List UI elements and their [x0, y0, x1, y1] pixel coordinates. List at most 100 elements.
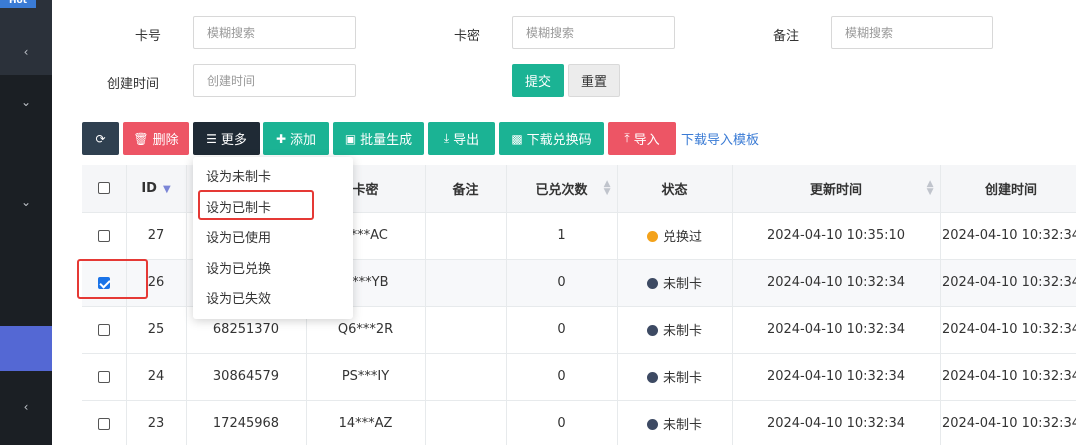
- reset-button[interactable]: 重置: [568, 64, 620, 97]
- remark-label: 备注: [773, 29, 800, 44]
- submit-button[interactable]: 提交: [512, 64, 564, 97]
- status-badge: 兑换过: [662, 230, 702, 245]
- menu-item-set-unmade[interactable]: 设为未制卡: [193, 163, 353, 194]
- card-pwd-label: 卡密: [454, 29, 481, 44]
- row-select-cell[interactable]: [82, 353, 127, 401]
- status-dot-icon: [646, 231, 658, 242]
- created-time-label: 创建时间: [107, 77, 160, 92]
- status-dot-icon: [646, 325, 658, 336]
- sidebar-active-item[interactable]: [0, 326, 52, 371]
- card-no-input[interactable]: [193, 16, 356, 49]
- card-pwd-cell: 14***AZ: [306, 400, 426, 445]
- card-pwd-cell: PS***IY: [306, 353, 426, 401]
- sidebar-top-block: [0, 0, 52, 75]
- updated-cell: 2024-04-10 10:32:34: [732, 306, 941, 354]
- chevron-down-icon[interactable]: ⌄: [0, 194, 52, 210]
- id-cell: 25: [126, 306, 187, 354]
- chevron-left-icon[interactable]: ‹: [0, 399, 52, 415]
- status-badge: 未制卡: [662, 277, 702, 292]
- remark-cell: [425, 259, 507, 307]
- status-badge: 未制卡: [662, 418, 702, 433]
- menu-item-set-redeemed[interactable]: 设为已兑换: [193, 255, 353, 286]
- refresh-icon: ⟳: [95, 131, 106, 146]
- download-code-button[interactable]: ▩ 下载兑换码: [499, 122, 604, 155]
- column-header-remark: 备注: [425, 165, 507, 213]
- menu-item-set-used[interactable]: 设为已使用: [193, 224, 353, 255]
- updated-header-label: 更新时间: [809, 182, 862, 198]
- more-label: 更多: [220, 133, 247, 148]
- redeem-count-header-label: 已兑次数: [535, 182, 588, 198]
- menu-item-set-expired[interactable]: 设为已失效: [193, 285, 353, 316]
- row-checkbox[interactable]: [97, 229, 110, 242]
- export-button[interactable]: ⤓ 导出: [428, 122, 495, 155]
- updated-cell: 2024-04-10 10:32:34: [732, 353, 941, 401]
- qrcode-icon: ▩: [511, 131, 523, 146]
- select-all-cell[interactable]: [82, 165, 127, 213]
- add-button[interactable]: ✚ 添加: [263, 122, 329, 155]
- row-checkbox[interactable]: [97, 370, 110, 383]
- column-header-created: 创建时间: [940, 165, 1076, 213]
- row-checkbox[interactable]: [97, 417, 110, 430]
- row-checkbox[interactable]: [97, 323, 110, 336]
- chevron-left-icon[interactable]: ‹: [0, 44, 52, 60]
- id-cell: 24: [126, 353, 187, 401]
- created-cell: 2024-04-10 10:32:34: [940, 400, 1076, 445]
- refresh-button[interactable]: ⟳: [82, 122, 119, 155]
- more-button[interactable]: ☰ 更多: [193, 122, 260, 155]
- status-cell: 未制卡: [617, 306, 733, 354]
- trash-icon: 🗑: [133, 131, 149, 146]
- more-dropdown-menu: 设为未制卡 设为已制卡 设为已使用 设为已兑换 设为已失效: [193, 157, 353, 319]
- id-header-label: ID: [141, 180, 157, 196]
- remark-cell: [425, 400, 507, 445]
- updated-cell: 2024-04-10 10:32:34: [732, 400, 941, 445]
- redeem-count-cell: 0: [506, 400, 618, 445]
- remark-input[interactable]: [831, 16, 993, 49]
- file-icon: ▣: [344, 131, 357, 146]
- card-pwd-input[interactable]: [512, 16, 675, 49]
- updated-cell: 2024-04-10 10:32:34: [732, 259, 941, 307]
- import-label: 导入: [633, 133, 660, 148]
- highlight-set-made-box: [198, 190, 314, 220]
- redeem-count-cell: 0: [506, 259, 618, 307]
- column-header-redeem-count[interactable]: 已兑次数 ▲ ▼: [506, 165, 618, 213]
- updated-cell: 2024-04-10 10:35:10: [732, 212, 941, 260]
- row-select-cell[interactable]: [82, 400, 127, 445]
- select-all-checkbox[interactable]: [97, 182, 110, 195]
- id-cell: 23: [126, 400, 187, 445]
- download-template-link[interactable]: 下载导入模板: [681, 129, 759, 148]
- card-no-label: 卡号: [135, 29, 162, 44]
- card-no-cell: 17245968: [186, 400, 307, 445]
- export-label: 导出: [453, 133, 480, 148]
- remark-cell: [425, 353, 507, 401]
- plus-icon: ✚: [275, 131, 287, 146]
- delete-button[interactable]: 🗑 删除: [123, 122, 189, 155]
- sort-icon: ▲ ▼: [603, 179, 611, 197]
- import-button[interactable]: ⤒ 导入: [608, 122, 676, 155]
- status-badge: 未制卡: [662, 324, 702, 339]
- created-time-input[interactable]: [193, 64, 356, 97]
- download-icon: ⤓: [443, 131, 450, 145]
- chevron-down-icon[interactable]: ⌄: [0, 94, 52, 110]
- redeem-count-cell: 0: [506, 306, 618, 354]
- delete-label: 删除: [152, 133, 179, 148]
- table-row[interactable]: 24 30864579 PS***IY 0 未制卡 2024-04-10 10:…: [82, 353, 1076, 401]
- batch-generate-label: 批量生成: [360, 133, 413, 148]
- row-select-cell[interactable]: [82, 212, 127, 260]
- status-cell: 未制卡: [617, 353, 733, 401]
- status-cell: 未制卡: [617, 400, 733, 445]
- highlight-checkbox-box: [77, 259, 148, 299]
- column-header-id[interactable]: ID ▼: [126, 165, 187, 213]
- redeem-count-cell: 1: [506, 212, 618, 260]
- remark-cell: [425, 306, 507, 354]
- created-cell: 2024-04-10 10:32:34: [940, 306, 1076, 354]
- sliders-icon: ☰: [206, 131, 217, 146]
- batch-generate-button[interactable]: ▣ 批量生成: [333, 122, 424, 155]
- id-cell: 27: [126, 212, 187, 260]
- row-select-cell[interactable]: [82, 306, 127, 354]
- status-dot-icon: [646, 278, 658, 289]
- table-row[interactable]: 23 17245968 14***AZ 0 未制卡 2024-04-10 10:…: [82, 400, 1076, 445]
- hot-badge: Hot: [0, 0, 36, 8]
- upload-icon: ⤒: [624, 131, 630, 145]
- column-header-status: 状态: [617, 165, 733, 213]
- column-header-updated[interactable]: 更新时间 ▲ ▼: [732, 165, 941, 213]
